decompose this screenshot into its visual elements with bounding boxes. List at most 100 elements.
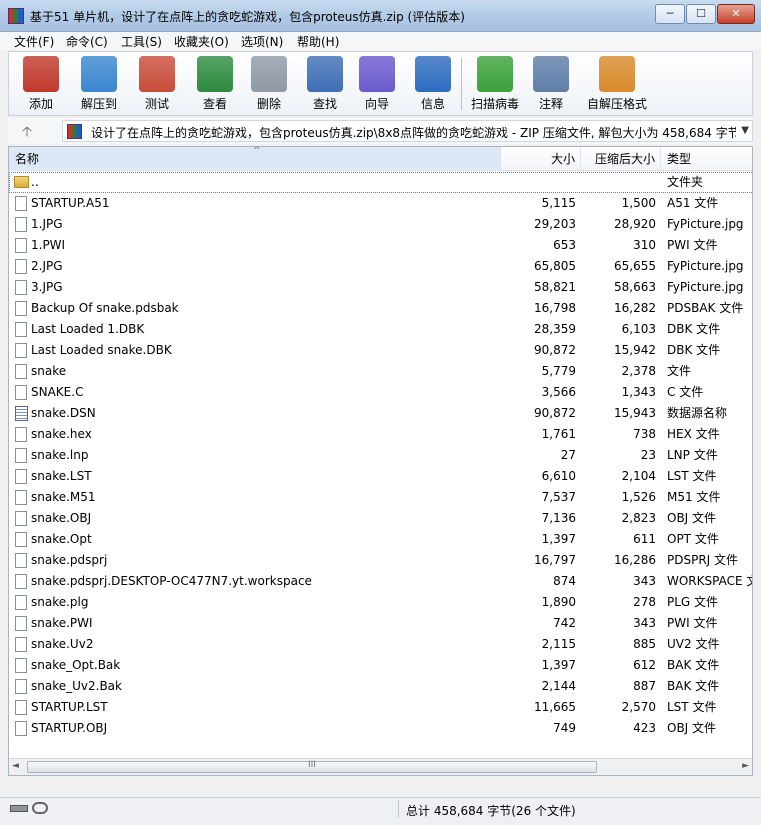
toolbar-button-0[interactable]: 添加	[13, 54, 69, 114]
file-row[interactable]: snake.OBJ 7,136 2,823 OBJ 文件	[9, 508, 752, 529]
file-row[interactable]: snake 5,779 2,378 文件	[9, 361, 752, 382]
toolbar-button-3[interactable]: 查看	[187, 54, 243, 114]
file-type: M51 文件	[667, 490, 721, 504]
file-name: snake.hex	[31, 427, 92, 441]
file-name: SNAKE.C	[31, 385, 84, 399]
file-type: FyPicture.jpg	[667, 280, 744, 294]
file-name: snake.DSN	[31, 406, 96, 420]
file-row[interactable]: Backup Of snake.pdsbak 16,798 16,282 PDSBAK…	[9, 298, 752, 319]
file-row[interactable]: 3.JPG 58,821 58,663 FyPicture.jpg	[9, 277, 752, 298]
file-icon	[15, 490, 27, 505]
menu-tools[interactable]: 工具(S)	[121, 33, 162, 50]
drive-icon[interactable]	[10, 805, 28, 812]
file-row[interactable]: snake.pdsprj.DESKTOP-OC477N7.yt.workspac…	[9, 571, 752, 592]
file-name: STARTUP.LST	[31, 700, 108, 714]
file-packed: 423	[633, 721, 656, 735]
maximize-button[interactable]: ☐	[686, 4, 716, 24]
file-type: PWI 文件	[667, 238, 718, 252]
archive-icon	[67, 124, 82, 139]
file-icon	[15, 469, 27, 484]
toolbar-button-5[interactable]: 查找	[297, 54, 353, 114]
up-one-level-icon[interactable]: 🡡	[22, 121, 32, 145]
file-row[interactable]: snake.lnp 27 23 LNP 文件	[9, 445, 752, 466]
dsn-file-icon	[15, 406, 28, 421]
toolbar: 添加 解压到 测试 查看 删除 查找 向导 信息 扫描病毒 注释 自解压格式	[8, 51, 753, 116]
file-list[interactable]: 名称 ^ 大小 压缩后大小 类型 .. 文件夹 STARTUP.A51 5,115 1,…	[8, 146, 753, 776]
file-row[interactable]: snake.plg 1,890 278 PLG 文件	[9, 592, 752, 613]
menu-file[interactable]: 文件(F)	[14, 33, 54, 50]
toolbar-button-2[interactable]: 测试	[129, 54, 185, 114]
toolbar-button-7[interactable]: 信息	[405, 54, 461, 114]
file-row[interactable]: snake.hex 1,761 738 HEX 文件	[9, 424, 752, 445]
toolbar-button-9[interactable]: 注释	[523, 54, 579, 114]
file-row[interactable]: Last Loaded 1.DBK 28,359 6,103 DBK 文件	[9, 319, 752, 340]
file-name: snake.pdsprj	[31, 553, 108, 567]
file-row[interactable]: snake.pdsprj 16,797 16,286 PDSPRJ 文件	[9, 550, 752, 571]
toolbar-button-4[interactable]: 删除	[241, 54, 297, 114]
close-button[interactable]: ✕	[717, 4, 755, 24]
file-row[interactable]: snake_Opt.Bak 1,397 612 BAK 文件	[9, 655, 752, 676]
file-row[interactable]: snake.Uv2 2,115 885 UV2 文件	[9, 634, 752, 655]
toolbar-button-6[interactable]: 向导	[349, 54, 405, 114]
file-packed: 23	[640, 448, 656, 462]
file-row[interactable]: .. 文件夹	[9, 172, 752, 193]
minimize-button[interactable]: ─	[655, 4, 685, 24]
file-icon	[15, 658, 27, 673]
menu-options[interactable]: 选项(N)	[241, 33, 283, 50]
file-row[interactable]: 2.JPG 65,805 65,655 FyPicture.jpg	[9, 256, 752, 277]
file-name: snake_Uv2.Bak	[31, 679, 122, 693]
menu-favorites[interactable]: 收藏夹(O)	[174, 33, 229, 50]
key-icon[interactable]	[32, 802, 48, 814]
toolbar-button-label: 删除	[256, 97, 281, 111]
scrollbar-thumb[interactable]: III	[27, 760, 597, 773]
horizontal-scrollbar[interactable]: ◄ III ►	[9, 758, 752, 775]
file-row[interactable]: SNAKE.C 3,566 1,343 C 文件	[9, 382, 752, 403]
file-packed: 6,103	[621, 322, 656, 336]
toolbar-button-label: 自解压格式	[586, 97, 647, 111]
file-row[interactable]: 1.JPG 29,203 28,920 FyPicture.jpg	[9, 214, 752, 235]
menu-commands[interactable]: 命令(C)	[66, 33, 108, 50]
file-row[interactable]: snake.Opt 1,397 611 OPT 文件	[9, 529, 752, 550]
file-row[interactable]: STARTUP.LST 11,665 2,570 LST 文件	[9, 697, 752, 718]
path-combobox[interactable]: 设计了在点阵上的贪吃蛇游戏，包含proteus仿真.zip\8x8点阵做的贪吃蛇…	[62, 120, 753, 142]
file-icon	[15, 574, 27, 589]
menu-help[interactable]: 帮助(H)	[297, 33, 339, 50]
file-size: 653	[553, 238, 576, 252]
column-header-name[interactable]: 名称 ^	[9, 147, 501, 171]
file-name: snake.PWI	[31, 616, 93, 630]
file-row[interactable]: snake.M51 7,537 1,526 M51 文件	[9, 487, 752, 508]
comment-icon	[533, 56, 569, 92]
file-size: 29,203	[534, 217, 576, 231]
column-header-size[interactable]: 大小	[501, 147, 581, 171]
file-size: 1,397	[541, 532, 576, 546]
file-size: 2,144	[541, 679, 576, 693]
file-name: snake.pdsprj.DESKTOP-OC477N7.yt.workspac…	[31, 574, 312, 588]
test-clipboard-icon	[139, 56, 175, 92]
file-row[interactable]: snake.LST 6,610 2,104 LST 文件	[9, 466, 752, 487]
file-row[interactable]: Last Loaded snake.DBK 90,872 15,942 DBK 文件	[9, 340, 752, 361]
file-type: PDSPRJ 文件	[667, 553, 739, 567]
scroll-left-icon[interactable]: ◄	[12, 761, 19, 771]
toolbar-button-1[interactable]: 解压到	[71, 54, 127, 114]
file-packed: 611	[633, 532, 656, 546]
file-row[interactable]: snake.DSN 90,872 15,943 数据源名称	[9, 403, 752, 424]
file-row[interactable]: snake_Uv2.Bak 2,144 887 BAK 文件	[9, 676, 752, 697]
toolbar-button-10[interactable]: 自解压格式	[581, 54, 653, 114]
file-icon	[15, 616, 27, 631]
file-row[interactable]: 1.PWI 653 310 PWI 文件	[9, 235, 752, 256]
file-row[interactable]: snake.PWI 742 343 PWI 文件	[9, 613, 752, 634]
file-size: 742	[553, 616, 576, 630]
scroll-right-icon[interactable]: ►	[742, 761, 749, 771]
file-row[interactable]: STARTUP.OBJ 749 423 OBJ 文件	[9, 718, 752, 739]
column-header-packed[interactable]: 压缩后大小	[581, 147, 661, 171]
file-icon	[15, 196, 27, 211]
file-type: DBK 文件	[667, 343, 721, 357]
toolbar-button-8[interactable]: 扫描病毒	[467, 54, 523, 114]
file-row[interactable]: STARTUP.A51 5,115 1,500 A51 文件	[9, 193, 752, 214]
file-icon	[15, 700, 27, 715]
toolbar-separator	[461, 58, 462, 110]
file-packed: 58,663	[614, 280, 656, 294]
column-header-type[interactable]: 类型	[661, 147, 752, 171]
chevron-down-icon[interactable]: ▼	[741, 125, 749, 136]
toolbar-button-label: 向导	[364, 97, 389, 111]
